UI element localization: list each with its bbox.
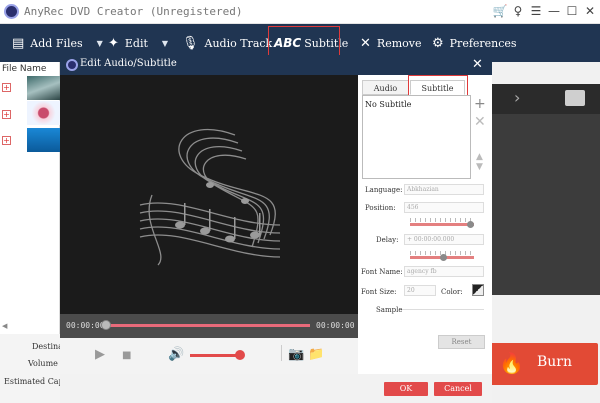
font-name-label: Font Name:: [361, 268, 403, 276]
volume-slider[interactable]: [190, 354, 240, 357]
video-thumbnail[interactable]: [27, 101, 60, 125]
expand-icon[interactable]: +: [2, 83, 11, 92]
expand-icon[interactable]: +: [2, 136, 11, 145]
scroll-left-icon[interactable]: ◀: [2, 322, 7, 330]
minimize-button[interactable]: —: [546, 3, 562, 20]
app-title: AnyRec DVD Creator (Unregistered): [24, 5, 243, 18]
app-logo-icon: [66, 59, 78, 71]
font-name-select[interactable]: agency fb: [404, 266, 484, 277]
estimated-capacity-label: Estimated Capa: [4, 377, 69, 386]
app-logo-icon: [4, 4, 19, 19]
video-preview: [60, 75, 358, 314]
delay-label: Delay:: [376, 236, 399, 244]
remove-button[interactable]: ✕ Remove: [360, 31, 421, 55]
chevron-right-icon[interactable]: ›: [514, 88, 520, 107]
language-label: Language:: [365, 186, 403, 194]
color-swatch[interactable]: [472, 284, 484, 296]
list-item[interactable]: No Subtitle: [365, 100, 411, 109]
divider: [281, 345, 282, 361]
burn-button[interactable]: 🔥 Burn: [487, 343, 598, 385]
current-time: 00:00:00: [66, 321, 105, 330]
position-ticks: [410, 218, 474, 222]
preview-panel: [489, 84, 600, 295]
language-select[interactable]: Abkhazian: [404, 184, 484, 195]
gear-icon: ⚙: [432, 35, 444, 51]
timeline-knob[interactable]: [101, 320, 111, 330]
menu-icon[interactable]: ☰: [528, 3, 544, 20]
add-file-icon: ▤: [12, 35, 25, 51]
color-label: Color:: [441, 288, 463, 296]
flame-icon: 🔥: [499, 351, 524, 375]
font-size-select[interactable]: 20: [404, 285, 436, 296]
play-icon[interactable]: ▶: [95, 347, 105, 362]
position-stepper[interactable]: 456: [404, 202, 484, 213]
dialog-title: Edit Audio/Subtitle: [80, 58, 177, 69]
font-size-label: Font Size:: [361, 288, 397, 296]
ok-button[interactable]: OK: [384, 382, 428, 396]
sample-divider: [402, 309, 484, 310]
camera-icon[interactable]: 📷: [288, 347, 304, 362]
preferences-button[interactable]: ⚙ Preferences: [432, 31, 517, 55]
delay-knob[interactable]: [440, 254, 447, 261]
stop-icon[interactable]: ■: [122, 350, 131, 361]
video-thumbnail[interactable]: [27, 76, 60, 100]
expand-icon[interactable]: +: [2, 110, 11, 119]
volume-icon[interactable]: 🔊: [168, 347, 184, 362]
video-thumbnail[interactable]: [27, 128, 60, 152]
tab-audio-track[interactable]: Audio Track: [362, 80, 409, 108]
total-time: 00:00:00: [316, 321, 355, 330]
reset-button[interactable]: Reset: [438, 335, 485, 349]
destination-label: Destina: [32, 342, 63, 351]
chevron-down-icon[interactable]: ▼: [97, 39, 103, 48]
add-icon[interactable]: +: [474, 96, 486, 112]
add-files-button[interactable]: ▤ Add Files ▼: [12, 31, 103, 55]
edit-button[interactable]: ✦ Edit ▼: [108, 31, 168, 55]
microphone-icon: 🎙: [182, 35, 199, 51]
remove-icon[interactable]: ✕: [474, 114, 486, 130]
remove-icon: ✕: [360, 35, 371, 51]
audio-track-button[interactable]: 🎙 Audio Track: [182, 31, 272, 55]
folder-icon[interactable]: 📁: [308, 347, 324, 362]
magic-wand-icon: ✦: [108, 35, 119, 51]
volume-knob[interactable]: [235, 350, 245, 360]
edit-menu-icon[interactable]: [565, 90, 585, 106]
user-icon[interactable]: ♀: [510, 3, 526, 20]
sample-label: Sample: [376, 306, 403, 314]
cancel-button[interactable]: Cancel: [434, 382, 482, 396]
chevron-down-icon[interactable]: ▼: [162, 39, 168, 48]
subtitle-highlight-box: [268, 26, 340, 58]
cart-icon[interactable]: 🛒: [492, 3, 508, 20]
delay-stepper[interactable]: + 00:00:00.000: [404, 234, 484, 245]
maximize-button[interactable]: ☐: [564, 3, 580, 20]
close-button[interactable]: ✕: [582, 3, 598, 20]
move-down-icon[interactable]: ▼: [476, 162, 483, 172]
timeline-track[interactable]: [104, 324, 310, 327]
position-slider[interactable]: [410, 223, 474, 226]
music-notes-icon: [139, 129, 281, 266]
position-label: Position:: [365, 204, 396, 212]
move-up-icon[interactable]: ▲: [476, 152, 483, 162]
file-name-column-header: File Name: [2, 64, 47, 74]
position-knob[interactable]: [467, 221, 474, 228]
dialog-close-icon[interactable]: ✕: [472, 57, 483, 72]
